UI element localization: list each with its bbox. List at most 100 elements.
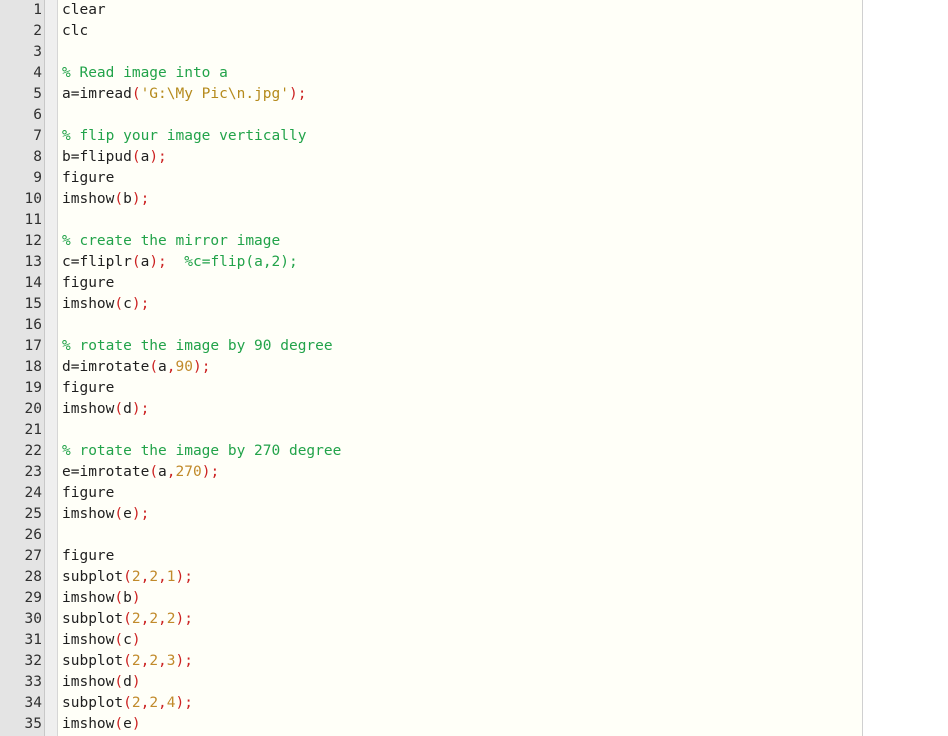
line-number: 12: [24, 233, 42, 249]
code-token: imshow: [62, 590, 115, 606]
code-token: subplot: [62, 695, 124, 711]
code-line[interactable]: imshow(d);: [58, 399, 862, 420]
code-lines[interactable]: clear clc % Read image into a a=imread('G:\…: [58, 0, 862, 735]
line-number-gutter: 1 2 3 4 5 6 7 8 9 10 11 12 13 14 15 16 17 18 19 20 21 22 23 24 2…: [0, 0, 45, 736]
code-line[interactable]: [58, 42, 862, 63]
code-line[interactable]: e=imrotate(a,270);: [58, 462, 862, 483]
fold-margin: [45, 0, 58, 736]
line-number: 1: [33, 2, 42, 18]
code-line[interactable]: figure: [58, 273, 862, 294]
code-token: 2: [131, 695, 141, 711]
code-line[interactable]: b=flipud(a);: [58, 147, 862, 168]
line-number: 21: [24, 422, 42, 438]
code-line[interactable]: % Read image into a: [58, 63, 862, 84]
code-editor[interactable]: 1 2 3 4 5 6 7 8 9 10 11 12 13 14 15 16 17 18 19 20 21 22 23 24 2…: [0, 0, 948, 736]
line-number: 18: [24, 359, 42, 375]
code-token: 2: [166, 611, 176, 627]
code-token: (: [123, 695, 132, 711]
line-number: 4: [33, 65, 42, 81]
code-token: (: [123, 653, 132, 669]
code-line[interactable]: imshow(b);: [58, 189, 862, 210]
code-line[interactable]: [58, 210, 862, 231]
code-token: 2: [131, 653, 141, 669]
code-line[interactable]: [58, 525, 862, 546]
line-number: 27: [24, 548, 42, 564]
code-token: (: [114, 296, 124, 312]
code-token: 2: [131, 611, 141, 627]
code-token: (: [114, 674, 124, 690]
code-token: (: [114, 401, 124, 417]
code-line[interactable]: [58, 315, 862, 336]
code-token: figure: [62, 275, 115, 291]
code-line[interactable]: % rotate the image by 90 degree: [58, 336, 862, 357]
code-token: (: [123, 611, 132, 627]
code-token: );: [288, 86, 307, 102]
code-line[interactable]: d=imrotate(a,90);: [58, 357, 862, 378]
code-line[interactable]: % rotate the image by 270 degree: [58, 441, 862, 462]
code-token: 1: [166, 569, 176, 585]
code-line[interactable]: imshow(e);: [58, 504, 862, 525]
code-token: (: [149, 464, 159, 480]
code-line[interactable]: [58, 105, 862, 126]
code-line[interactable]: subplot(2,2,2);: [58, 609, 862, 630]
code-token: ,: [140, 695, 150, 711]
code-token: (: [131, 254, 141, 270]
code-line[interactable]: clear: [58, 0, 862, 21]
line-number: 19: [24, 380, 42, 396]
code-token: imshow: [62, 716, 115, 732]
code-line[interactable]: imshow(d): [58, 672, 862, 693]
code-token: (: [123, 569, 132, 585]
code-token: );: [175, 569, 193, 585]
code-token: % Read image into a: [62, 65, 228, 81]
code-line[interactable]: a=imread('G:\My Pic\n.jpg');: [58, 84, 862, 105]
code-token: figure: [62, 548, 115, 564]
code-line[interactable]: subplot(2,2,1);: [58, 567, 862, 588]
code-token: figure: [62, 170, 115, 186]
code-line[interactable]: clc: [58, 21, 862, 42]
code-token: figure: [62, 485, 115, 501]
code-token: ): [131, 632, 141, 648]
code-token: );: [175, 653, 193, 669]
code-token: e=imrotate: [62, 464, 150, 480]
code-line[interactable]: subplot(2,2,4);: [58, 693, 862, 714]
code-line[interactable]: % create the mirror image: [58, 231, 862, 252]
code-line[interactable]: imshow(c): [58, 630, 862, 651]
code-token: a=imread: [62, 86, 132, 102]
code-line[interactable]: figure: [58, 168, 862, 189]
code-token: ): [131, 590, 141, 606]
code-token: 2: [149, 653, 159, 669]
code-token: subplot: [62, 611, 124, 627]
code-token: );: [175, 695, 193, 711]
code-line[interactable]: figure: [58, 483, 862, 504]
code-token: ,: [140, 653, 150, 669]
code-line[interactable]: imshow(e): [58, 714, 862, 735]
code-line[interactable]: imshow(b): [58, 588, 862, 609]
code-line[interactable]: figure: [58, 546, 862, 567]
code-token: ,: [158, 611, 167, 627]
code-line[interactable]: [58, 420, 862, 441]
line-number: 31: [24, 632, 42, 648]
code-line[interactable]: % flip your image vertically: [58, 126, 862, 147]
code-token: ,: [158, 695, 167, 711]
line-number: 34: [24, 695, 42, 711]
code-token: );: [131, 296, 150, 312]
code-token: subplot: [62, 569, 124, 585]
code-token: ,: [158, 653, 167, 669]
code-token: b: [123, 590, 132, 606]
code-token: c: [123, 296, 132, 312]
code-line[interactable]: imshow(c);: [58, 294, 862, 315]
code-line[interactable]: figure: [58, 378, 862, 399]
code-token: a: [158, 464, 167, 480]
code-token: );: [192, 359, 211, 375]
code-token: (: [114, 716, 124, 732]
code-text-area[interactable]: clear clc % Read image into a a=imread('G:\…: [58, 0, 863, 736]
line-number: 33: [24, 674, 42, 690]
line-number: 32: [24, 653, 42, 669]
code-token: subplot: [62, 653, 124, 669]
code-line[interactable]: subplot(2,2,3);: [58, 651, 862, 672]
code-token: );: [131, 191, 150, 207]
code-token: ): [131, 716, 141, 732]
code-line[interactable]: c=fliplr(a); %c=flip(a,2);: [58, 252, 862, 273]
code-token: clear: [62, 2, 106, 18]
